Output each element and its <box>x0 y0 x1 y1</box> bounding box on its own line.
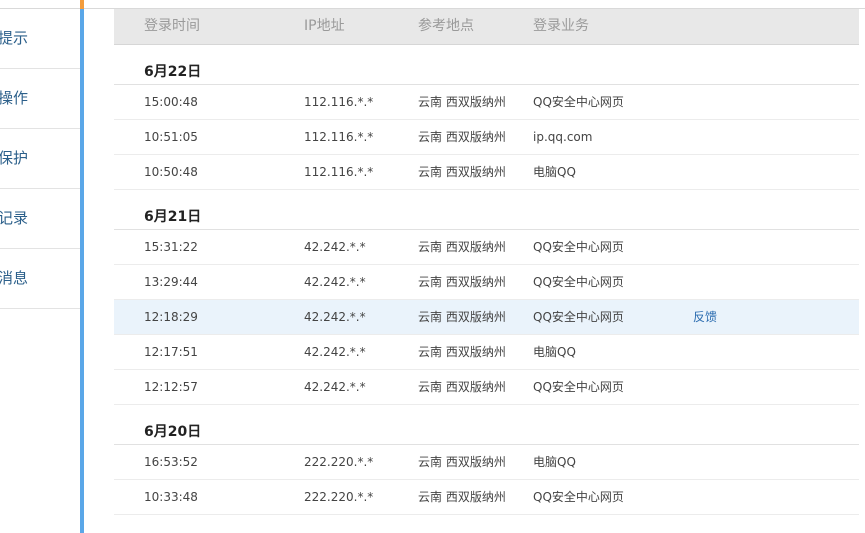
cell-location: 云南 西双版纳州 <box>418 455 506 469</box>
cell-ip: 112.116.*.* <box>304 130 374 144</box>
cell-time: 10:33:48 <box>144 490 198 504</box>
cell-service: ip.qq.com <box>533 130 593 144</box>
cell-location: 云南 西双版纳州 <box>418 380 506 394</box>
cell-ip: 112.116.*.* <box>304 165 374 179</box>
date-group-title: 6月21日 <box>114 190 859 230</box>
table-row: 13:29:44 42.242.*.* 云南 西双版纳州 QQ安全中心网页 <box>114 265 859 300</box>
table-row: 10:51:05 112.116.*.* 云南 西双版纳州 ip.qq.com <box>114 120 859 155</box>
sidebar-item-label: 保护 <box>0 149 29 167</box>
cell-time: 10:50:48 <box>144 165 198 179</box>
cell-service: 电脑QQ <box>533 165 576 179</box>
table-row: 15:00:48 112.116.*.* 云南 西双版纳州 QQ安全中心网页 <box>114 85 859 120</box>
cell-time: 10:51:05 <box>144 130 198 144</box>
cell-service: QQ安全中心网页 <box>533 380 624 394</box>
header-location: 参考地点 <box>418 18 474 34</box>
cell-ip: 42.242.*.* <box>304 240 366 254</box>
cell-time: 12:18:29 <box>144 310 198 324</box>
table-row: 15:31:22 42.242.*.* 云南 西双版纳州 QQ安全中心网页 <box>114 230 859 265</box>
cell-service: QQ安全中心网页 <box>533 240 624 254</box>
cell-time: 15:00:48 <box>144 95 198 109</box>
sidebar: 提示 操作 保护 记录 消息 <box>0 9 80 533</box>
cell-time: 13:29:44 <box>144 275 198 289</box>
cell-time: 15:31:22 <box>144 240 198 254</box>
cell-location: 云南 西双版纳州 <box>418 95 506 109</box>
sidebar-accent-bar <box>80 9 84 533</box>
table-row: 12:17:51 42.242.*.* 云南 西双版纳州 电脑QQ <box>114 335 859 370</box>
cell-ip: 42.242.*.* <box>304 310 366 324</box>
cell-time: 12:17:51 <box>144 345 198 359</box>
cell-location: 云南 西双版纳州 <box>418 275 506 289</box>
cell-time: 12:12:57 <box>144 380 198 394</box>
cell-service: QQ安全中心网页 <box>533 275 624 289</box>
header-time: 登录时间 <box>144 18 200 34</box>
date-group-title: 6月20日 <box>114 405 859 445</box>
cell-location: 云南 西双版纳州 <box>418 240 506 254</box>
cell-ip: 112.116.*.* <box>304 95 374 109</box>
sidebar-item-label: 操作 <box>0 89 29 107</box>
cell-service: 电脑QQ <box>533 455 576 469</box>
cell-location: 云南 西双版纳州 <box>418 490 506 504</box>
table-row: 12:12:57 42.242.*.* 云南 西双版纳州 QQ安全中心网页 <box>114 370 859 405</box>
table-row: 10:50:48 112.116.*.* 云南 西双版纳州 电脑QQ <box>114 155 859 190</box>
cell-ip: 222.220.*.* <box>304 490 374 504</box>
cell-service: 电脑QQ <box>533 345 576 359</box>
cell-ip: 42.242.*.* <box>304 380 366 394</box>
cell-time: 16:53:52 <box>144 455 198 469</box>
date-label: 6月21日 <box>144 209 202 225</box>
header-service: 登录业务 <box>533 18 589 34</box>
sidebar-item-tips[interactable]: 提示 <box>0 9 80 69</box>
cell-ip: 42.242.*.* <box>304 275 366 289</box>
cell-ip: 222.220.*.* <box>304 455 374 469</box>
cell-location: 云南 西双版纳州 <box>418 130 506 144</box>
sidebar-item-label: 消息 <box>0 269 29 287</box>
cell-location: 云南 西双版纳州 <box>418 345 506 359</box>
table-row: 10:33:48 222.220.*.* 云南 西双版纳州 QQ安全中心网页 <box>114 480 859 515</box>
table-row-highlighted: 12:18:29 42.242.*.* 云南 西双版纳州 QQ安全中心网页 反馈 <box>114 300 859 335</box>
sidebar-item-records[interactable]: 记录 <box>0 189 80 249</box>
header-ip: IP地址 <box>304 18 345 34</box>
cell-service: QQ安全中心网页 <box>533 95 624 109</box>
cell-service: QQ安全中心网页 <box>533 490 624 504</box>
cell-location: 云南 西双版纳州 <box>418 310 506 324</box>
login-records-table: 登录时间 IP地址 参考地点 登录业务 6月22日 15:00:48 112.1… <box>114 9 859 515</box>
sidebar-item-label: 记录 <box>0 209 29 227</box>
table-header: 登录时间 IP地址 参考地点 登录业务 <box>114 9 859 45</box>
cell-ip: 42.242.*.* <box>304 345 366 359</box>
top-accent-marker <box>80 0 84 9</box>
sidebar-item-messages[interactable]: 消息 <box>0 249 80 309</box>
sidebar-item-label: 提示 <box>0 29 29 47</box>
sidebar-item-protection[interactable]: 保护 <box>0 129 80 189</box>
feedback-link[interactable]: 反馈 <box>693 300 717 334</box>
login-history-page: 提示 操作 保护 记录 消息 登录时间 IP地址 参考地点 登录业务 6月22日… <box>0 0 865 533</box>
cell-location: 云南 西双版纳州 <box>418 165 506 179</box>
date-group-title: 6月22日 <box>114 45 859 85</box>
date-label: 6月22日 <box>144 64 202 80</box>
sidebar-item-operations[interactable]: 操作 <box>0 69 80 129</box>
cell-service: QQ安全中心网页 <box>533 310 624 324</box>
date-label: 6月20日 <box>144 424 202 440</box>
table-row: 16:53:52 222.220.*.* 云南 西双版纳州 电脑QQ <box>114 445 859 480</box>
